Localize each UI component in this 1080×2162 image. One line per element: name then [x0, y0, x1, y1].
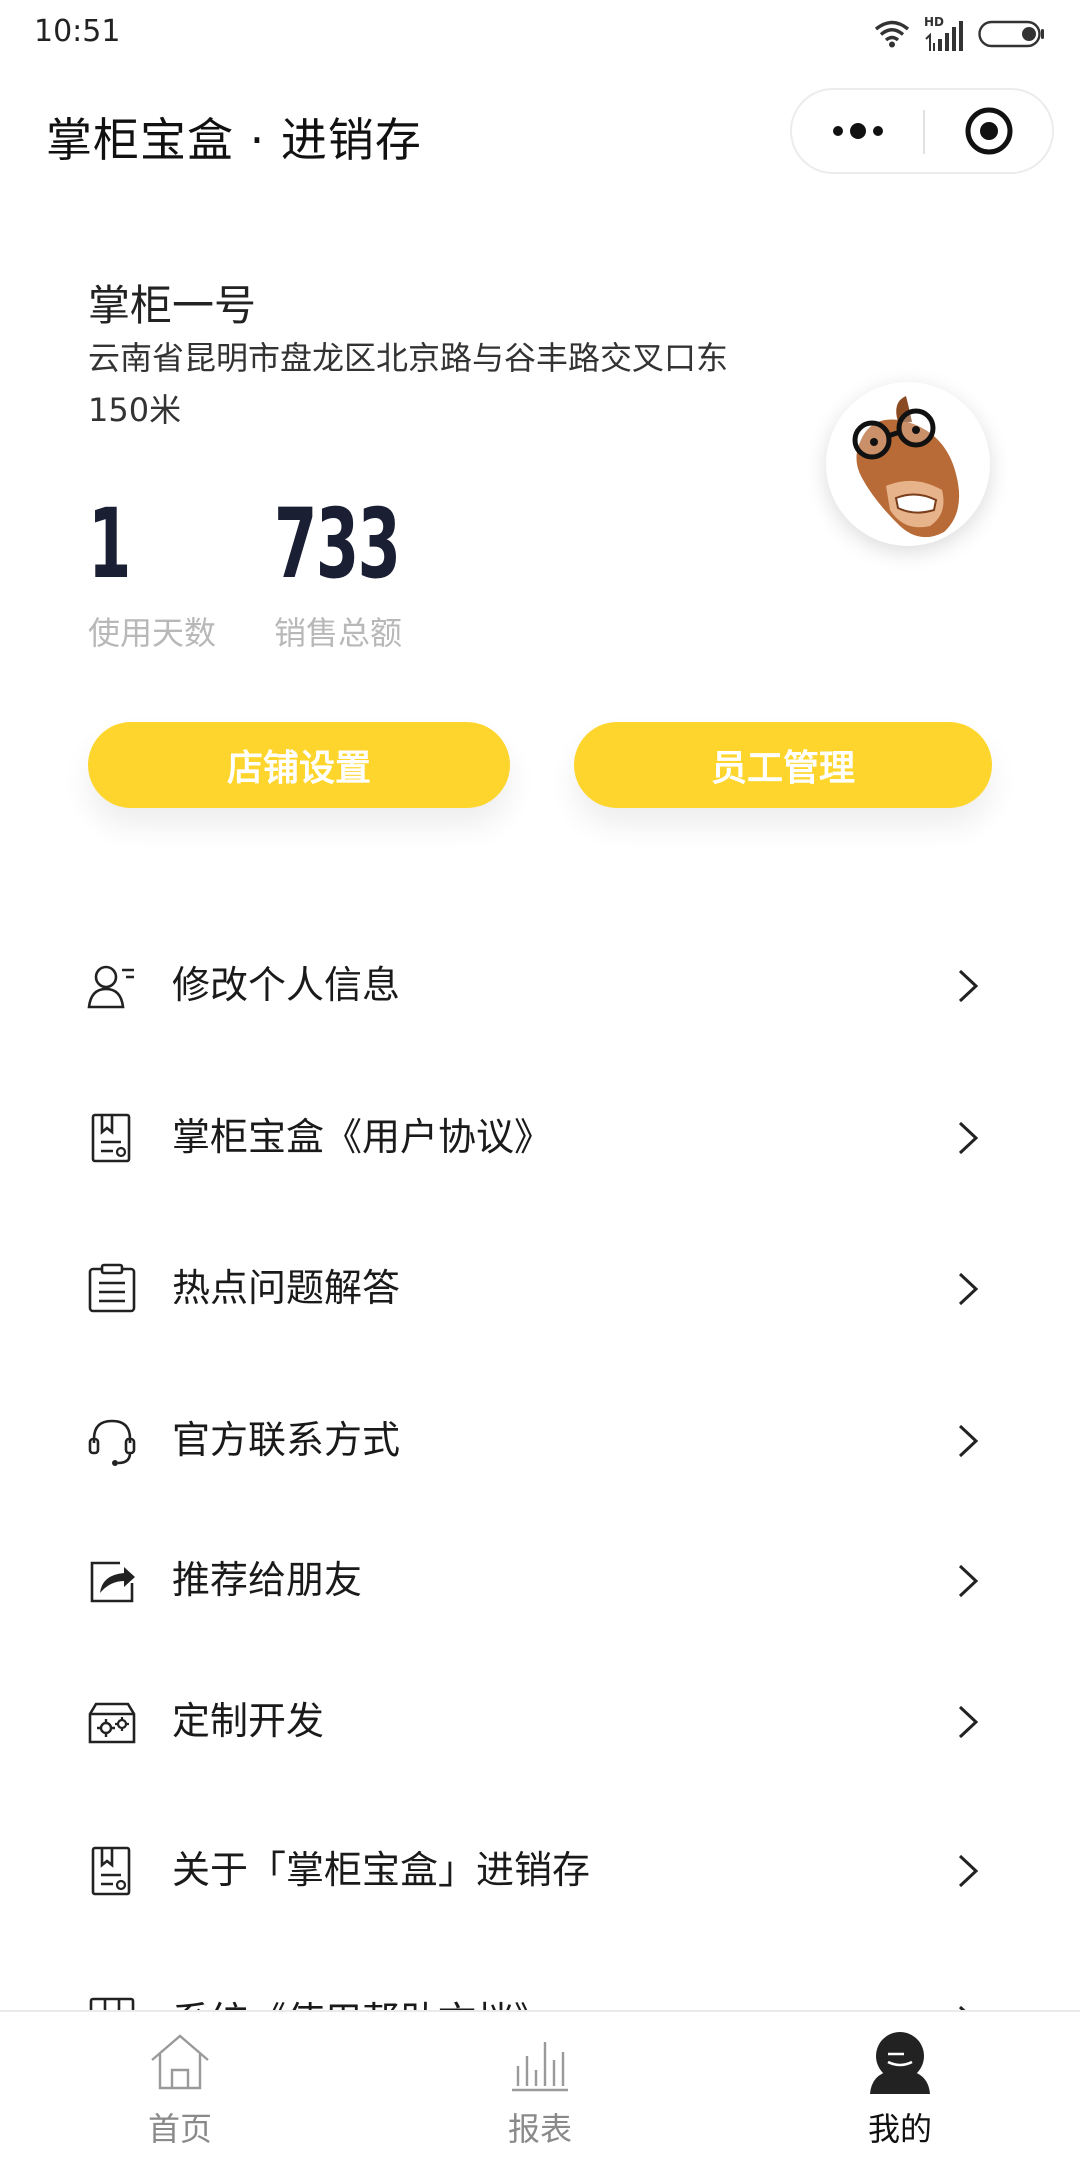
profile-icon [870, 2032, 930, 2094]
menu-item-about[interactable]: 关于「掌柜宝盒」进销存 [0, 1815, 1080, 1925]
close-miniprogram-button[interactable] [925, 90, 1052, 172]
status-time: 10:51 [34, 14, 121, 49]
signal-indicator: HD [924, 15, 964, 51]
stat-label: 使用天数 [88, 614, 217, 652]
menu-item-label: 定制开发 [172, 1699, 325, 1743]
horse-avatar-icon [852, 396, 960, 538]
stat-total-sales: 733 销售总额 [274, 488, 448, 654]
menu-item-label: 修改个人信息 [172, 963, 401, 1007]
about-doc-icon [91, 1846, 131, 1896]
chevron-right-icon [958, 1854, 979, 1888]
chevron-right-icon [958, 1121, 979, 1155]
store-settings-button[interactable]: 店铺设置 [88, 722, 510, 808]
shop-name: 掌柜一号 [88, 281, 257, 330]
menu-item-label: 热点问题解答 [172, 1266, 401, 1310]
staff-management-button[interactable]: 员工管理 [574, 722, 992, 808]
bottom-tab-bar: 首页 报表 我的 [0, 2010, 1080, 2162]
shop-address: 云南省昆明市盘龙区北京路与谷丰路交叉口东150米 [88, 339, 729, 429]
chevron-right-icon [958, 1272, 979, 1306]
faq-list-icon [88, 1263, 136, 1313]
menu-item-label: 推荐给朋友 [172, 1558, 363, 1602]
menu-item-label: 关于「掌柜宝盒」进销存 [172, 1848, 591, 1892]
menu-item-user-agreement[interactable]: 掌柜宝盒《用户协议》 [0, 1082, 1080, 1192]
menu-item-label: 掌柜宝盒《用户协议》 [172, 1115, 553, 1159]
avatar[interactable] [826, 382, 990, 546]
menu-item-recommend[interactable]: 推荐给朋友 [0, 1525, 1080, 1635]
stat-value: 1 [88, 488, 131, 600]
wifi-icon [874, 20, 910, 48]
miniprogram-capsule [790, 88, 1054, 174]
navigation-bar: 掌柜宝盒 · 进销存 [0, 86, 1080, 182]
signal-icon [925, 21, 963, 51]
tab-label: 我的 [867, 2110, 932, 2148]
share-icon [90, 1561, 135, 1603]
tab-label: 首页 [147, 2110, 212, 2148]
menu-item-edit-profile[interactable]: 修改个人信息 [0, 930, 1080, 1040]
stat-label: 销售总额 [274, 614, 403, 652]
tab-profile[interactable]: 我的 [800, 2012, 1000, 2162]
chevron-right-icon [958, 969, 979, 1003]
battery-icon [978, 20, 1044, 48]
chevron-right-icon [958, 1705, 979, 1739]
stat-usage-days: 1 使用天数 [88, 488, 216, 654]
chevron-right-icon [958, 1424, 979, 1458]
user-edit-icon [87, 965, 134, 1009]
tab-home[interactable]: 首页 [80, 2012, 280, 2162]
more-dots-icon [832, 123, 883, 139]
chart-icon [512, 2042, 568, 2092]
menu-item-contact[interactable]: 官方联系方式 [0, 1385, 1080, 1495]
menu-item-custom-development[interactable]: 定制开发 [0, 1666, 1080, 1776]
menu-item-label: 官方联系方式 [172, 1418, 401, 1462]
home-icon [151, 2034, 209, 2090]
tab-label: 报表 [507, 2110, 572, 2148]
target-close-icon [965, 107, 1012, 155]
stat-value: 733 [274, 488, 401, 600]
tab-reports[interactable]: 报表 [440, 2012, 640, 2162]
menu-item-faq[interactable]: 热点问题解答 [0, 1233, 1080, 1343]
page-title: 掌柜宝盒 · 进销存 [46, 113, 422, 167]
headset-icon [88, 1419, 136, 1466]
chevron-right-icon [958, 1564, 979, 1598]
status-bar: 10:51 HD [0, 0, 1080, 68]
agreement-doc-icon [91, 1113, 131, 1163]
more-button[interactable] [792, 90, 923, 172]
custom-dev-icon [88, 1702, 136, 1744]
status-icons: HD [874, 14, 1046, 54]
